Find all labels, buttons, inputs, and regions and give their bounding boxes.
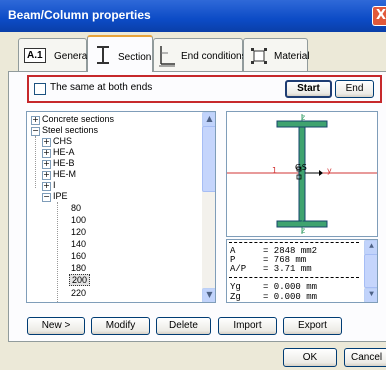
scroll-up-icon[interactable]: ▲ (364, 240, 377, 255)
expand-icon[interactable]: + (42, 171, 51, 180)
cancel-button[interactable]: Cancel (344, 348, 386, 367)
ok-button[interactable]: OK (283, 348, 337, 367)
tree-item-i[interactable]: I (53, 180, 56, 190)
tab-label: General (54, 51, 90, 62)
tab-label: End conditions (181, 51, 247, 62)
end-button[interactable]: End (335, 80, 374, 98)
scroll-up-icon[interactable]: ▲ (202, 112, 215, 127)
close-button[interactable]: X (372, 6, 386, 26)
scroll-thumb[interactable] (202, 126, 215, 192)
delete-button[interactable]: Delete (156, 317, 211, 335)
tree-item-ipe-200-selected[interactable]: 200 (69, 274, 91, 286)
modify-button[interactable]: Modify (91, 317, 150, 335)
tree-item-ipe-180[interactable]: 180 (71, 263, 86, 273)
scroll-down-icon[interactable]: ▼ (202, 288, 215, 302)
properties-scrollbar[interactable]: ▲ ▼ (364, 240, 377, 302)
z-axis-bottom-label: z (301, 226, 306, 235)
tab-label: Material (274, 51, 310, 62)
material-icon (250, 47, 268, 68)
prop-ap-name: A/P (230, 264, 247, 274)
tree-item-ipe-160[interactable]: 160 (71, 251, 86, 261)
prop-yg-value: = 0.000 mm (263, 282, 318, 292)
new-button[interactable]: New > (27, 317, 85, 335)
start-button[interactable]: Start (285, 80, 332, 98)
tree-item-ipe[interactable]: IPE (53, 191, 68, 201)
centroid-label: G S (295, 163, 307, 172)
tree-item-ipe-120[interactable]: 120 (71, 227, 86, 237)
tab-section[interactable]: Section (87, 35, 153, 72)
close-icon: X (376, 8, 386, 23)
same-both-ends-label: The same at both ends (50, 82, 153, 93)
axis-1-label: 1 (272, 166, 278, 175)
tree-item-ipe-80[interactable]: 80 (71, 203, 81, 213)
i-beam-icon (96, 45, 110, 68)
tree-item-chs[interactable]: CHS (53, 136, 72, 146)
expand-icon[interactable]: + (42, 138, 51, 147)
y-axis-label: y (327, 166, 332, 175)
section-preview: z z y 1 2 G S (226, 111, 378, 237)
tab-material[interactable]: Material (243, 38, 310, 72)
collapse-icon[interactable]: − (42, 193, 51, 202)
expand-icon[interactable]: + (42, 182, 51, 191)
z-axis-top-label: z (301, 113, 306, 122)
tree-item-ipe-140[interactable]: 140 (71, 239, 86, 249)
section-tree[interactable]: + Concrete sections − Steel sections + C… (26, 111, 216, 303)
expand-icon[interactable]: + (42, 149, 51, 158)
import-button[interactable]: Import (218, 317, 277, 335)
tree-item-he-b[interactable]: HE-B (53, 158, 75, 168)
prop-zg-value: = 0.000 mm (263, 292, 318, 302)
tab-end-conditions[interactable]: End conditions (153, 38, 247, 72)
tree-item-ipe-100[interactable]: 100 (71, 215, 86, 225)
tree-item-he-a[interactable]: HE-A (53, 147, 75, 157)
section-properties-list: A = 2848 mm2 P = 768 mm A/P = 3.71 mm Yg… (226, 239, 378, 303)
tree-item-steel-sections[interactable]: Steel sections (42, 125, 98, 135)
same-both-ends-checkbox[interactable] (34, 83, 46, 95)
prop-ap-value: = 3.71 mm (263, 264, 312, 274)
tree-item-he-m[interactable]: HE-M (53, 169, 76, 179)
export-button[interactable]: Export (283, 317, 342, 335)
collapse-icon[interactable]: − (31, 127, 40, 136)
tab-label: Section (118, 52, 152, 63)
expand-icon[interactable]: + (42, 160, 51, 169)
tree-scrollbar[interactable]: ▲ ▼ (202, 112, 215, 302)
axis-2-label: 2 (300, 216, 306, 225)
prop-zg-name: Zg (230, 292, 241, 302)
scroll-thumb[interactable] (364, 254, 377, 288)
window-title: Beam/Column properties (8, 8, 151, 22)
scroll-down-icon[interactable]: ▼ (364, 288, 377, 302)
tree-item-ipe-220[interactable]: 220 (71, 288, 86, 298)
a1-icon: A.1 (24, 48, 46, 63)
end-conditions-icon (158, 45, 176, 70)
prop-yg-name: Yg (230, 282, 241, 292)
tree-item-concrete-sections[interactable]: Concrete sections (42, 114, 114, 124)
tab-general[interactable]: A.1 General (18, 38, 90, 72)
expand-icon[interactable]: + (31, 116, 40, 125)
